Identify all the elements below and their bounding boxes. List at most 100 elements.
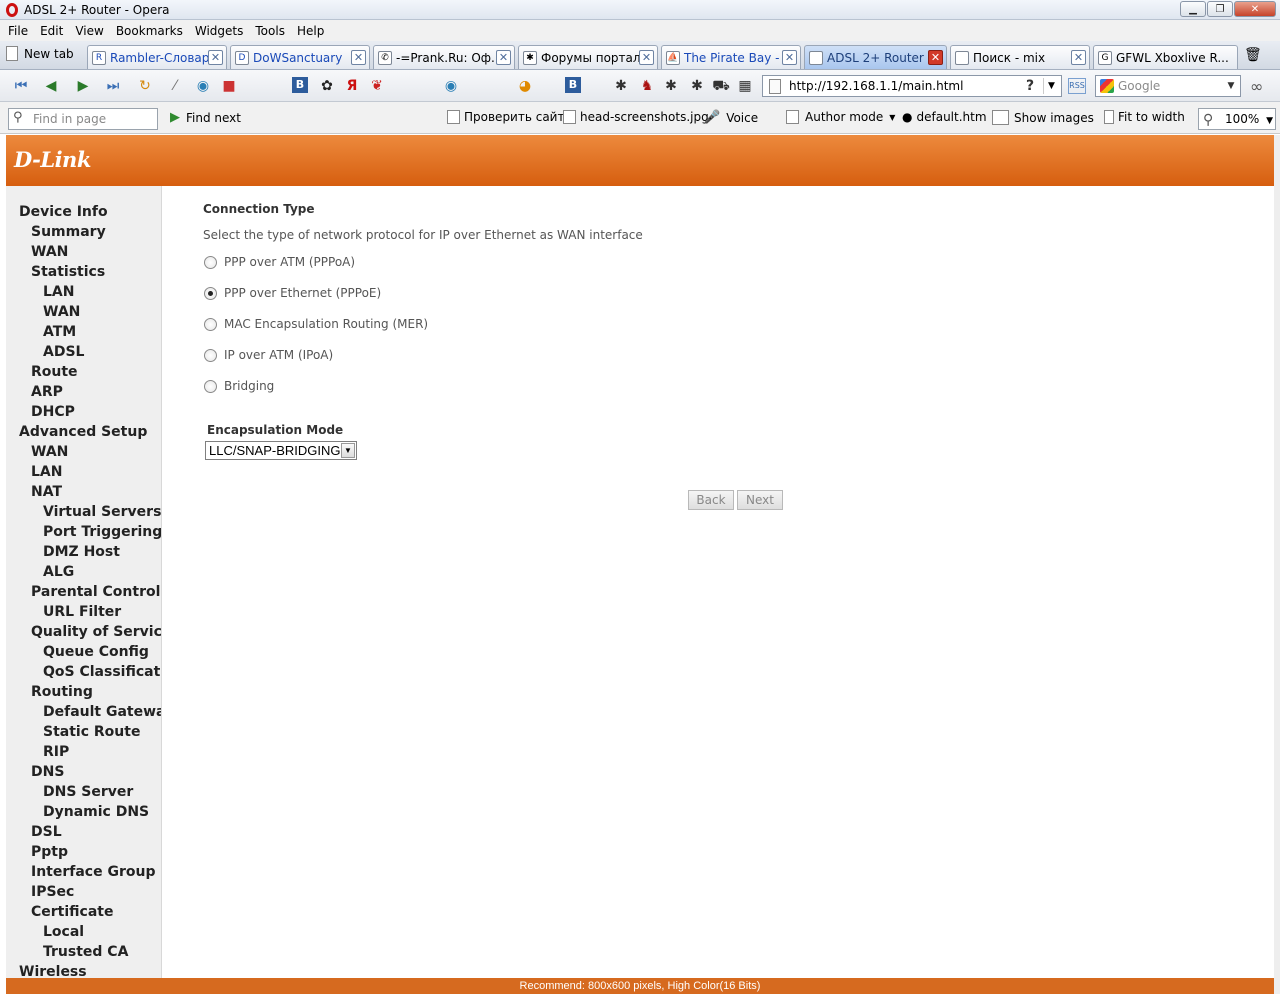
tab-gfwl[interactable]: G GFWL Xboxlive R... — [1093, 45, 1238, 69]
radio-button[interactable] — [204, 317, 217, 331]
menu-view[interactable]: View — [69, 24, 109, 38]
reload-icon[interactable]: ↻ — [136, 77, 154, 95]
vk-icon[interactable]: B — [292, 77, 308, 93]
rss-icon[interactable]: RSS — [1068, 78, 1086, 94]
nav-adv-wan[interactable]: WAN — [31, 444, 68, 460]
author-mode-button[interactable]: Author mode ▼ — [786, 110, 895, 124]
encapsulation-mode-select[interactable]: LLC/SNAP-BRIDGING ▼ — [205, 441, 357, 460]
tab-poisk[interactable]: Поиск - mix ✕ — [950, 45, 1090, 69]
nav-stats-wan[interactable]: WAN — [43, 304, 80, 320]
nav-default-gateway[interactable]: Default Gateway — [43, 704, 161, 720]
stop-icon[interactable]: ⁄ — [166, 77, 184, 95]
menu-bookmarks[interactable]: Bookmarks — [110, 24, 189, 38]
nav-port-triggering[interactable]: Port Triggering — [43, 524, 161, 540]
fast-forward-icon[interactable]: ⏭ — [104, 77, 122, 95]
zoom-select[interactable]: ⚲ 100% ▼ — [1198, 108, 1276, 130]
radio-button[interactable] — [204, 379, 217, 393]
url-dropdown-icon[interactable]: ▼ — [1043, 78, 1059, 94]
check-site-button[interactable]: Проверить сайт! — [447, 110, 569, 124]
bookmark-icon-2[interactable]: ■ — [220, 77, 238, 95]
radio-button[interactable] — [204, 255, 217, 269]
nav-routing[interactable]: Routing — [31, 684, 93, 700]
menu-widgets[interactable]: Widgets — [189, 24, 250, 38]
menu-tools[interactable]: Tools — [249, 24, 291, 38]
bookmark-icon-5[interactable]: ◉ — [442, 77, 460, 95]
radio-mer[interactable]: MAC Encapsulation Routing (MER) — [204, 317, 428, 331]
nav-statistics[interactable]: Statistics — [31, 264, 105, 280]
search-dropdown-icon[interactable]: ▼ — [1224, 78, 1238, 94]
nav-url-filter[interactable]: URL Filter — [43, 604, 121, 620]
nav-static-route[interactable]: Static Route — [43, 724, 140, 740]
nav-arp[interactable]: ARP — [31, 384, 63, 400]
bookmark-icon-7[interactable]: ✱ — [612, 77, 630, 95]
radio-bridging[interactable]: Bridging — [204, 379, 274, 393]
show-images-button[interactable]: Show images — [992, 110, 1094, 125]
nav-quality-of-service[interactable]: Quality of Service — [31, 624, 161, 640]
nav-device-info[interactable]: Device Info — [19, 204, 108, 220]
nav-stats-adsl[interactable]: ADSL — [43, 344, 84, 360]
trash-icon[interactable]: 🗑 — [1244, 47, 1262, 63]
nav-queue-config[interactable]: Queue Config — [43, 644, 149, 660]
nav-alg[interactable]: ALG — [43, 564, 74, 580]
maximize-button[interactable]: ❐ — [1207, 1, 1233, 17]
new-tab-button[interactable]: New tab — [6, 46, 74, 61]
nav-parental-control[interactable]: Parental Control — [31, 584, 160, 600]
rewind-icon[interactable]: ⏮ — [12, 77, 30, 95]
yandex-icon[interactable]: Я — [343, 77, 361, 95]
menu-file[interactable]: File — [2, 24, 34, 38]
nav-wireless[interactable]: Wireless — [19, 964, 87, 979]
nav-dns[interactable]: DNS — [31, 764, 64, 780]
back-icon[interactable]: ◀ — [42, 77, 60, 95]
close-tab-icon[interactable]: ✕ — [639, 50, 654, 65]
bookmark-icon-6[interactable]: ◕ — [516, 77, 534, 95]
voice-button[interactable]: 🎤 Voice — [704, 110, 758, 125]
bookmark-icon-3[interactable]: ✿ — [318, 77, 336, 95]
tab-dowsanctuary[interactable]: D DoWSanctuary ✕ — [230, 45, 370, 69]
nav-dns-server[interactable]: DNS Server — [43, 784, 133, 800]
default-htm-link[interactable]: ● default.htm — [902, 110, 987, 124]
radio-button[interactable] — [204, 348, 217, 362]
close-window-button[interactable]: ✕ — [1234, 1, 1276, 17]
tab-forums[interactable]: ✱ Форумы портал... ✕ — [518, 45, 658, 69]
bookmark-icon-8[interactable]: ♞ — [638, 77, 656, 95]
radio-ipoa[interactable]: IP over ATM (IPoA) — [204, 348, 333, 362]
vk-icon[interactable]: B — [565, 77, 581, 93]
nav-summary[interactable]: Summary — [31, 224, 106, 240]
nav-virtual-servers[interactable]: Virtual Servers — [43, 504, 161, 520]
minimize-button[interactable]: ▁ — [1180, 1, 1206, 17]
nav-dhcp[interactable]: DHCP — [31, 404, 75, 420]
nav-dynamic-dns[interactable]: Dynamic DNS — [43, 804, 149, 820]
help-icon[interactable]: ? — [1021, 77, 1039, 95]
fit-to-width-button[interactable]: Fit to width — [1104, 110, 1185, 124]
nav-pptp[interactable]: Pptp — [31, 844, 68, 860]
close-tab-icon[interactable]: ✕ — [928, 50, 943, 65]
nav-ipsec[interactable]: IPSec — [31, 884, 74, 900]
nav-adv-lan[interactable]: LAN — [31, 464, 62, 480]
radio-button-checked[interactable] — [204, 286, 217, 300]
bookmark-icon-11[interactable]: ⛟ — [712, 77, 730, 95]
bookmark-icon-9[interactable]: ✱ — [662, 77, 680, 95]
next-button[interactable]: Next — [737, 490, 783, 510]
bookmark-icon-10[interactable]: ✱ — [688, 77, 706, 95]
page-scrollbar[interactable] — [1274, 135, 1280, 994]
close-tab-icon[interactable]: ✕ — [496, 50, 511, 65]
tab-prank[interactable]: ✆ -=Prank.Ru: Оф... ✕ — [373, 45, 515, 69]
address-bar[interactable]: http://192.168.1.1/main.html ? ▼ — [762, 75, 1062, 97]
nav-dmz-host[interactable]: DMZ Host — [43, 544, 120, 560]
tab-adsl-router[interactable]: ADSL 2+ Router ✕ — [804, 45, 947, 69]
menu-edit[interactable]: Edit — [34, 24, 69, 38]
close-tab-icon[interactable]: ✕ — [1071, 50, 1086, 65]
back-button[interactable]: Back — [688, 490, 734, 510]
bookmark-icon-1[interactable]: ◉ — [194, 77, 212, 95]
tab-piratebay[interactable]: ⛵ The Pirate Bay - ... ✕ — [661, 45, 801, 69]
nav-cert-local[interactable]: Local — [43, 924, 84, 940]
nav-dsl[interactable]: DSL — [31, 824, 62, 840]
close-tab-icon[interactable]: ✕ — [351, 50, 366, 65]
nav-wan[interactable]: WAN — [31, 244, 68, 260]
nav-advanced-setup[interactable]: Advanced Setup — [19, 424, 147, 440]
nav-stats-lan[interactable]: LAN — [43, 284, 74, 300]
tab-rambler[interactable]: R Rambler-Словари ✕ — [87, 45, 227, 69]
find-next-button[interactable]: ▶ Find next — [170, 110, 241, 125]
close-tab-icon[interactable]: ✕ — [782, 50, 797, 65]
nav-route[interactable]: Route — [31, 364, 78, 380]
